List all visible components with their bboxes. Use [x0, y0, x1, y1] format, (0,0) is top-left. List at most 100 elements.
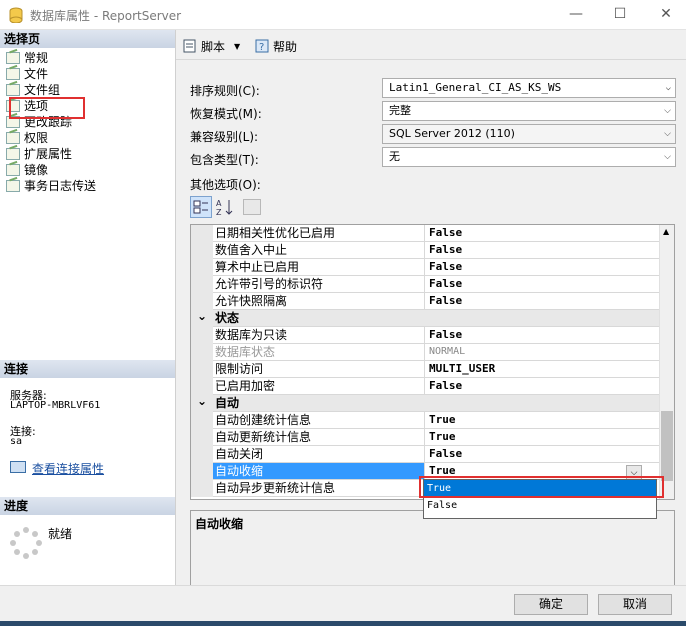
- row-gutter: [191, 259, 213, 276]
- minimize-button[interactable]: —: [565, 4, 587, 24]
- grid-row[interactable]: 允许带引号的标识符 False: [191, 276, 659, 293]
- property-value[interactable]: False: [427, 242, 659, 258]
- nav-item-extended-properties[interactable]: 扩展属性: [6, 146, 72, 162]
- nav-label: 事务日志传送: [24, 179, 97, 193]
- nav-item-mirroring[interactable]: 镜像: [6, 162, 48, 178]
- property-value[interactable]: False: [427, 293, 659, 309]
- property-grid[interactable]: 日期相关性优化已启用 False 数值舍入中止 False 算术中止已启用 False 允许…: [190, 224, 675, 500]
- script-label: 脚本: [201, 39, 226, 54]
- containment-select[interactable]: 无 ⌵: [382, 147, 676, 167]
- main-panel: 脚本 ▼ ? 帮助 排序规则(C): Latin1_General_CI_AS_…: [176, 30, 686, 620]
- recovery-value: 完整: [389, 104, 411, 117]
- alphabetical-sort-icon: AZ: [216, 199, 233, 217]
- progress-header: 进度: [0, 497, 175, 515]
- page-icon: [6, 52, 20, 64]
- connection-header: 连接: [0, 360, 175, 378]
- grid-row[interactable]: 自动关闭 False: [191, 446, 659, 463]
- help-button[interactable]: ? 帮助: [254, 37, 297, 55]
- nav-item-files[interactable]: 文件: [6, 66, 48, 82]
- property-value[interactable]: True: [427, 412, 659, 428]
- grid-row[interactable]: 数据库为只读 False: [191, 327, 659, 344]
- property-value[interactable]: False: [427, 225, 659, 241]
- collapse-icon[interactable]: ⌄: [191, 395, 213, 412]
- property-name: 自动关闭: [213, 446, 425, 462]
- grid-category-row[interactable]: ⌄ 自动: [191, 395, 659, 412]
- property-value[interactable]: NORMAL: [427, 344, 659, 360]
- property-name: 自动创建统计信息: [213, 412, 425, 428]
- grid-row[interactable]: 允许快照隔离 False: [191, 293, 659, 310]
- compat-select[interactable]: SQL Server 2012 (110) ⌵: [382, 124, 676, 144]
- recovery-select[interactable]: 完整 ⌵: [382, 101, 676, 121]
- property-value[interactable]: False: [427, 259, 659, 275]
- grid-scroll-thumb[interactable]: [661, 411, 673, 481]
- property-name: 已启用加密: [213, 378, 425, 394]
- nav-label: 文件: [24, 67, 49, 81]
- property-value[interactable]: False: [427, 378, 659, 394]
- grid-row[interactable]: 日期相关性优化已启用 False: [191, 225, 659, 242]
- containment-label: 包含类型(T):: [190, 153, 259, 167]
- compat-label: 兼容级别(L):: [190, 130, 259, 144]
- grid-row[interactable]: 自动创建统计信息 True: [191, 412, 659, 429]
- categorized-sort-button[interactable]: [190, 196, 212, 218]
- help-label: 帮助: [273, 39, 298, 54]
- grid-row[interactable]: 算术中止已启用 False: [191, 259, 659, 276]
- grid-row[interactable]: 数值舍入中止 False: [191, 242, 659, 259]
- collation-select[interactable]: Latin1_General_CI_AS_KS_WS ⌵: [382, 78, 676, 98]
- property-value[interactable]: False: [427, 327, 659, 343]
- collation-value: Latin1_General_CI_AS_KS_WS: [389, 81, 562, 94]
- containment-value: 无: [389, 150, 400, 163]
- property-name: 数值舍入中止: [213, 242, 425, 258]
- property-name: 状态: [213, 310, 425, 326]
- row-gutter: [191, 242, 213, 259]
- grid-row[interactable]: 已启用加密 False: [191, 378, 659, 395]
- close-button[interactable]: ✕: [655, 4, 677, 24]
- property-value[interactable]: True: [427, 429, 659, 445]
- grid-category-row[interactable]: ⌄ 状态: [191, 310, 659, 327]
- property-value[interactable]: False: [427, 276, 659, 292]
- nav-label: 文件组: [24, 83, 61, 97]
- property-name: 日期相关性优化已启用: [213, 225, 425, 241]
- property-name: 自动异步更新统计信息: [213, 480, 425, 496]
- page-icon: [6, 68, 20, 80]
- maximize-button[interactable]: ☐: [609, 4, 631, 24]
- dropdown-option-false[interactable]: False: [424, 497, 656, 514]
- script-button[interactable]: 脚本 ▼: [182, 37, 240, 55]
- property-pages-icon: [243, 199, 261, 215]
- cancel-button[interactable]: 取消: [598, 594, 672, 615]
- grid-row[interactable]: 数据库状态 NORMAL: [191, 344, 659, 361]
- compat-value: SQL Server 2012 (110): [389, 127, 515, 140]
- property-value[interactable]: False: [427, 446, 659, 462]
- row-gutter: [191, 480, 213, 497]
- collapse-icon[interactable]: ⌄: [191, 310, 213, 327]
- highlight-dropdown-true: [419, 476, 664, 498]
- nav-item-general[interactable]: 常规: [6, 50, 48, 66]
- ok-button[interactable]: 确定: [514, 594, 588, 615]
- row-gutter: [191, 361, 213, 378]
- collation-label: 排序规则(C):: [190, 84, 260, 98]
- svg-text:A: A: [216, 199, 222, 208]
- property-value[interactable]: MULTI_USER: [427, 361, 659, 377]
- svg-text:Z: Z: [216, 208, 222, 217]
- row-gutter: [191, 344, 213, 361]
- grid-row[interactable]: 自动更新统计信息 True: [191, 429, 659, 446]
- row-gutter: [191, 293, 213, 310]
- chevron-down-icon: ⌵: [664, 152, 671, 162]
- chevron-down-icon: ⌵: [664, 129, 671, 139]
- page-icon: [6, 164, 20, 176]
- nav-item-permissions[interactable]: 权限: [6, 130, 48, 146]
- highlight-options: [9, 97, 85, 119]
- help-icon: ?: [255, 39, 269, 53]
- scroll-up-icon[interactable]: ▲: [663, 227, 669, 236]
- property-name: 自动更新统计信息: [213, 429, 425, 445]
- nav-item-filegroups[interactable]: 文件组: [6, 82, 60, 98]
- svg-text:?: ?: [259, 42, 264, 53]
- row-gutter: [191, 463, 213, 480]
- alphabetical-sort-button[interactable]: AZ: [215, 197, 235, 217]
- connection-value: sa: [10, 436, 23, 447]
- properties-icon: [10, 461, 26, 473]
- nav-item-log-shipping[interactable]: 事务日志传送: [6, 178, 96, 194]
- grid-row[interactable]: 限制访问 MULTI_USER: [191, 361, 659, 378]
- bottom-bar: 确定 取消: [0, 585, 686, 621]
- chevron-down-icon: ⌵: [664, 106, 671, 116]
- view-connection-properties-link[interactable]: 查看连接属性: [32, 460, 104, 477]
